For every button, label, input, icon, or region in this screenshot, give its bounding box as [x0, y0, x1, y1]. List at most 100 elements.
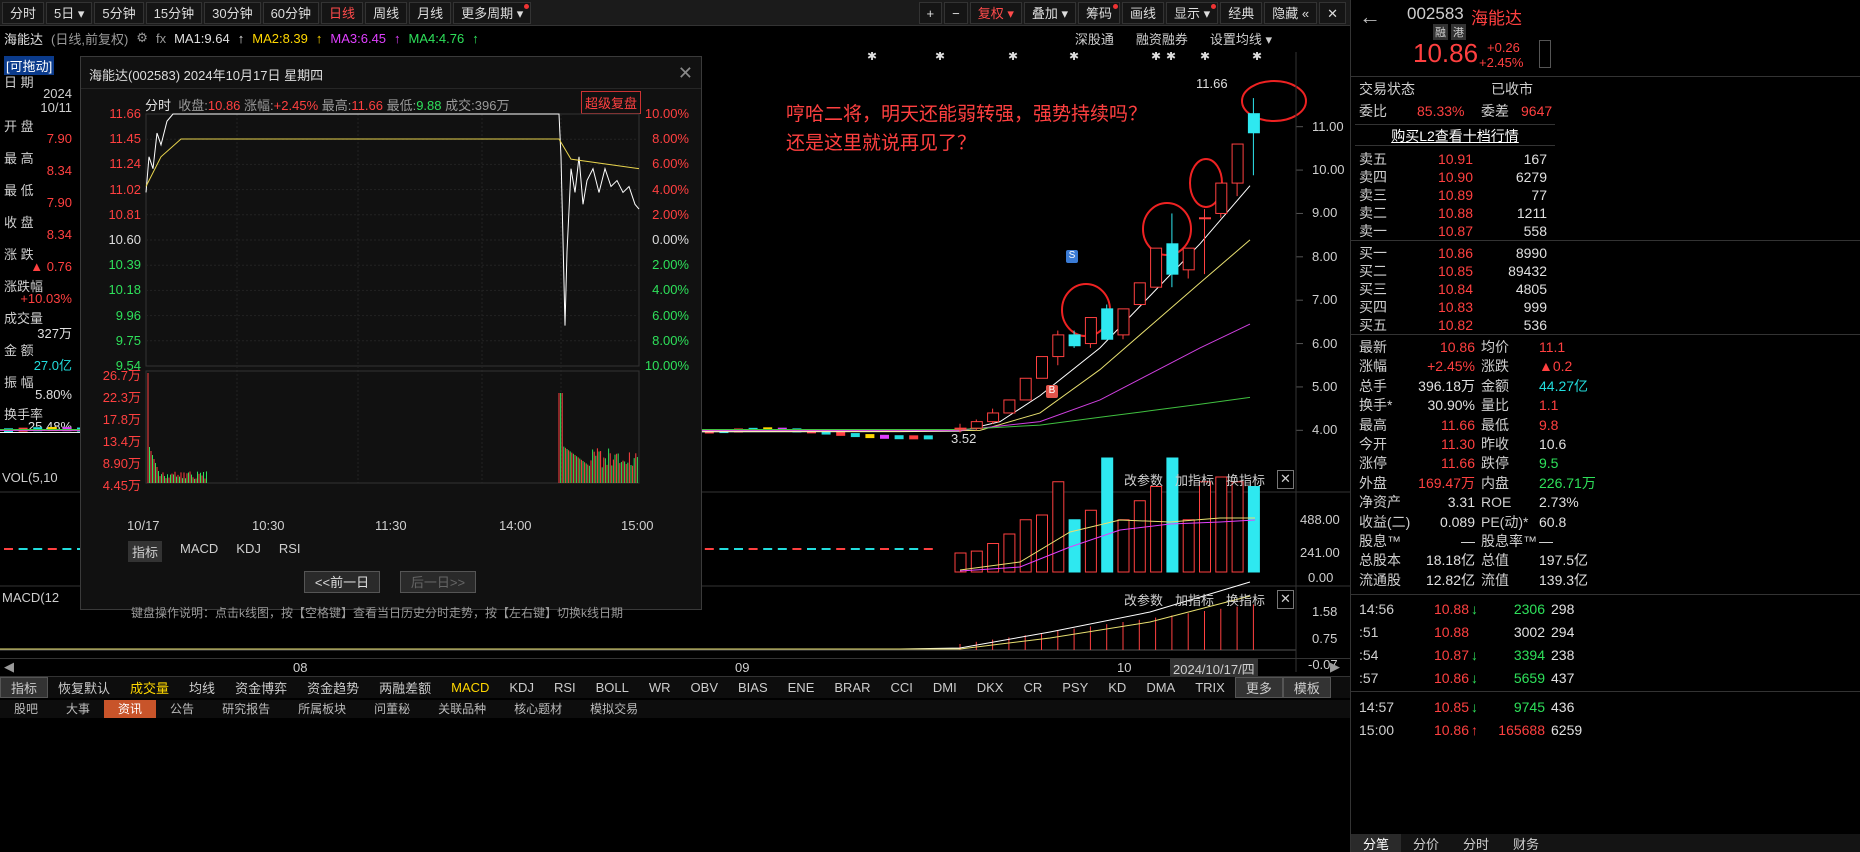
intraday-popup[interactable]: 海能达(002583) 2024年10月17日 星期四 ✕ 分时 收盘:10.8… [80, 56, 702, 610]
info-tab-7[interactable]: 关联品种 [424, 700, 500, 718]
tick-count: 436 [1551, 696, 1574, 718]
info-tab-8[interactable]: 核心题材 [500, 700, 576, 718]
tab-kdj[interactable]: KDJ [236, 541, 261, 562]
chips-button[interactable]: 筹码 [1078, 2, 1120, 24]
next-day-button[interactable]: 后一日>> [400, 571, 476, 593]
info-tab-1[interactable]: 大事 [52, 700, 104, 718]
tab-macd[interactable]: MACD [180, 541, 218, 562]
tab-60min[interactable]: 60分钟 [263, 2, 319, 24]
volume-bar [1118, 520, 1129, 572]
tab-15min[interactable]: 15分钟 [146, 2, 202, 24]
display-button[interactable]: 显示 ▾ [1166, 2, 1218, 24]
overlay-button[interactable]: 叠加 ▾ [1024, 2, 1076, 24]
tab-monthly[interactable]: 月线 [409, 2, 451, 24]
edit-params-link[interactable]: 改参数 [1124, 590, 1163, 609]
tab-price-dist[interactable]: 分价 [1401, 834, 1451, 852]
switch-indicator-link[interactable]: 换指标 [1226, 590, 1265, 609]
indicator-20[interactable]: PSY [1052, 680, 1098, 695]
indicator-15[interactable]: BRAR [824, 680, 880, 695]
indicator-8[interactable]: KDJ [499, 680, 544, 695]
info-tab-2[interactable]: 资讯 [104, 700, 156, 718]
zoom-in-button[interactable]: + [919, 2, 943, 24]
back-arrow-icon[interactable]: ← [1359, 4, 1381, 30]
link-margin[interactable]: 融资融券 [1136, 29, 1188, 48]
link-ma-settings[interactable]: 设置均线 ▾ [1210, 29, 1272, 48]
vol-label[interactable]: VOL(5,10 [2, 470, 58, 485]
fuquan-button[interactable]: 复权 ▾ [970, 2, 1022, 24]
volume-bar [33, 548, 42, 550]
info-tab-4[interactable]: 研究报告 [208, 700, 284, 718]
indicator-bar: 指标 恢复默认 成交量 均线 资金博弈 资金趋势 两融差额 MACD KDJ RSI BOLL WR O… [0, 676, 1350, 698]
scroll-handle[interactable] [1539, 40, 1551, 68]
indicator-6[interactable]: 两融差额 [369, 678, 441, 697]
add-indicator-link[interactable]: 加指标 [1175, 590, 1214, 609]
info-tab-0[interactable]: 股吧 [0, 700, 52, 718]
tab-30min[interactable]: 30分钟 [204, 2, 260, 24]
indicator-5[interactable]: 资金趋势 [297, 678, 369, 697]
indicator-18[interactable]: DKX [967, 680, 1014, 695]
indicator-19[interactable]: CR [1013, 680, 1052, 695]
hide-button[interactable]: 隐藏 « [1264, 2, 1317, 24]
close-icon[interactable]: ✕ [1277, 590, 1294, 609]
indicator-24[interactable]: 更多 [1235, 677, 1283, 698]
tab-rsi[interactable]: RSI [279, 541, 301, 562]
classic-button[interactable]: 经典 [1220, 2, 1262, 24]
close-icon[interactable]: ✕ [1319, 2, 1346, 24]
event-star: ✱ [1200, 52, 1210, 63]
switch-indicator-link[interactable]: 换指标 [1226, 470, 1265, 489]
indicator-16[interactable]: CCI [881, 680, 923, 695]
tab-5day[interactable]: 5日 ▾ [46, 2, 92, 24]
tick-price: 10.87 [1413, 644, 1469, 666]
indicator-0[interactable]: 指标 [0, 677, 48, 698]
volume-bar [1037, 515, 1048, 572]
indicator-3[interactable]: 均线 [179, 678, 225, 697]
buy-marker[interactable]: B [1046, 385, 1058, 398]
add-indicator-link[interactable]: 加指标 [1175, 470, 1214, 489]
indicator-25[interactable]: 模板 [1283, 677, 1331, 698]
indicator-4[interactable]: 资金博弈 [225, 678, 297, 697]
time-1030: 10:30 [252, 518, 285, 533]
info-tab-3[interactable]: 公告 [156, 700, 208, 718]
zoom-out-button[interactable]: − [944, 2, 968, 24]
link-shenggutong[interactable]: 深股通 [1075, 29, 1114, 48]
settings-icon[interactable]: ⚙ [136, 30, 148, 46]
indicator-9[interactable]: RSI [544, 680, 586, 695]
scroll-left-icon[interactable]: ◀ [4, 659, 14, 675]
tab-intraday[interactable]: 分时 [1451, 834, 1501, 852]
indicator-14[interactable]: ENE [778, 680, 825, 695]
formula-icon[interactable]: fx [156, 31, 166, 46]
tab-more-period[interactable]: 更多周期 ▾ [453, 2, 531, 24]
popup-pct-tick: 8.00% [641, 131, 689, 146]
prev-day-button[interactable]: <<前一日 [304, 571, 380, 593]
sell-marker[interactable]: S [1066, 250, 1078, 263]
indicator-17[interactable]: DMI [923, 680, 967, 695]
edit-params-link[interactable]: 改参数 [1124, 470, 1163, 489]
indicator-10[interactable]: BOLL [586, 680, 639, 695]
tab-ticks[interactable]: 分笔 [1351, 834, 1401, 852]
tab-finance[interactable]: 财务 [1501, 834, 1551, 852]
scroll-right-icon[interactable]: ▶ [1330, 659, 1340, 675]
indicator-1[interactable]: 恢复默认 [48, 678, 120, 697]
tab-fenshi[interactable]: 分时 [2, 2, 44, 24]
tab-daily[interactable]: 日线 [321, 2, 363, 24]
indicator-13[interactable]: BIAS [728, 680, 778, 695]
tab-weekly[interactable]: 周线 [365, 2, 407, 24]
close-icon[interactable]: ✕ [1277, 470, 1294, 489]
indicator-12[interactable]: OBV [681, 680, 728, 695]
info-tab-9[interactable]: 模拟交易 [576, 700, 652, 718]
vol-axis-mid: 241.00 [1300, 545, 1340, 560]
indicator-7[interactable]: MACD [441, 680, 499, 695]
indicator-22[interactable]: DMA [1136, 680, 1185, 695]
info-tab-6[interactable]: 问董秘 [360, 700, 424, 718]
popup-pct-tick: 4.00% [641, 282, 689, 297]
buy-l2-link[interactable]: 购买L2查看十档行情 [1355, 124, 1555, 146]
tab-5min[interactable]: 5分钟 [94, 2, 143, 24]
draw-line-button[interactable]: 画线 [1122, 2, 1164, 24]
indicator-2[interactable]: 成交量 [120, 678, 179, 697]
info-tab-5[interactable]: 所属板块 [284, 700, 360, 718]
indicator-23[interactable]: TRIX [1185, 680, 1235, 695]
indicator-21[interactable]: KD [1098, 680, 1136, 695]
macd-label[interactable]: MACD(12 [2, 590, 59, 605]
tab-indicator[interactable]: 指标 [128, 541, 162, 562]
indicator-11[interactable]: WR [639, 680, 681, 695]
